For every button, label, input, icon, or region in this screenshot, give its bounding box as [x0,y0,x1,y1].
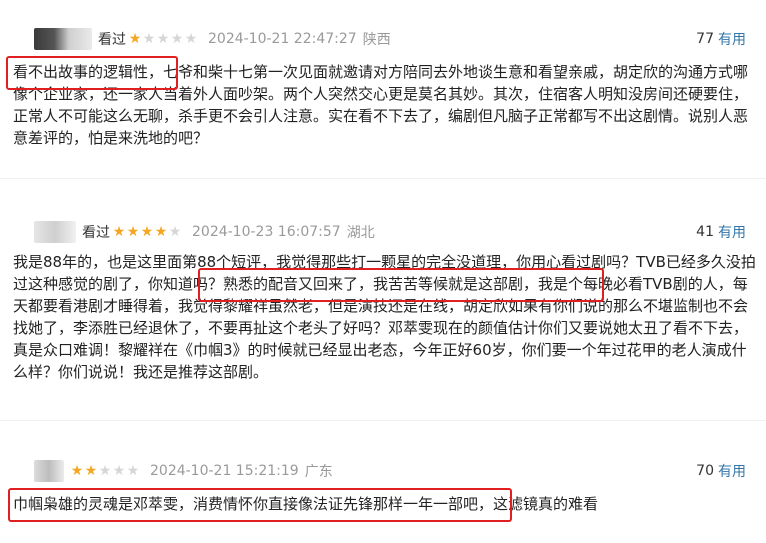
watched-status: 看过 [98,32,126,48]
useful-button[interactable]: 有用 [718,29,746,49]
star-icon: ★ [184,31,198,47]
watched-status: 看过 [82,225,110,241]
rating-stars: ★ ★ ★ ★ ★ [128,32,198,46]
review-1-meta: 看过 ★ ★ ★ ★ ★ 2024-10-21 22:47:27 陕西 [34,27,391,51]
star-icon: ★ [112,463,126,479]
star-icon: ★ [168,224,182,240]
review-3-meta: ★ ★ ★ ★ ★ 2024-10-21 15:21:19 广东 [34,459,333,483]
star-icon: ★ [156,31,170,47]
star-icon: ★ [70,463,84,479]
divider [0,178,766,179]
star-icon: ★ [154,224,168,240]
review-location: 湖北 [346,225,375,241]
star-icon: ★ [126,463,140,479]
review-time: 2024-10-23 16:07:57 [192,224,341,240]
rating-stars: ★ ★ ★ ★ ★ [70,464,140,478]
useful-count: 41 [696,224,714,240]
review-text: 巾帼枭雄的灵魂是邓萃雯，消费情怀你直接像法证先锋那样一年一部吧，这滤镜真的难看 [13,495,599,513]
review-2-meta: 看过 ★ ★ ★ ★ ★ 2024-10-23 16:07:57 湖北 [34,220,375,244]
review-time: 2024-10-21 22:47:27 [208,31,357,47]
divider [0,420,766,421]
star-icon: ★ [112,224,126,240]
rating-stars: ★ ★ ★ ★ ★ [112,225,182,239]
star-icon: ★ [170,31,184,47]
useful-vote: 41 有用 [696,220,746,244]
useful-vote: 70 有用 [696,459,746,483]
star-icon: ★ [126,224,140,240]
review-time: 2024-10-21 15:21:19 [150,463,299,479]
avatar[interactable] [34,28,92,50]
avatar[interactable] [34,460,64,482]
review-text: 看不出故事的逻辑性，七爷和柴十七第一次见面就邀请对方陪同去外地谈生意和看望亲戚，… [13,63,749,147]
useful-button[interactable]: 有用 [718,461,746,481]
useful-count: 70 [696,463,714,479]
star-icon: ★ [128,31,142,47]
star-icon: ★ [84,463,98,479]
useful-vote: 77 有用 [696,27,746,51]
review-text: 我是88年的，也是这里面第88个短评，我觉得那些打一颗星的完全没道理，你用心看过… [13,253,756,381]
star-icon: ★ [142,31,156,47]
star-icon: ★ [98,463,112,479]
star-icon: ★ [140,224,154,240]
avatar[interactable] [34,221,76,243]
review-location: 广东 [304,464,333,480]
useful-button[interactable]: 有用 [718,222,746,242]
useful-count: 77 [696,31,714,47]
review-location: 陕西 [362,32,391,48]
